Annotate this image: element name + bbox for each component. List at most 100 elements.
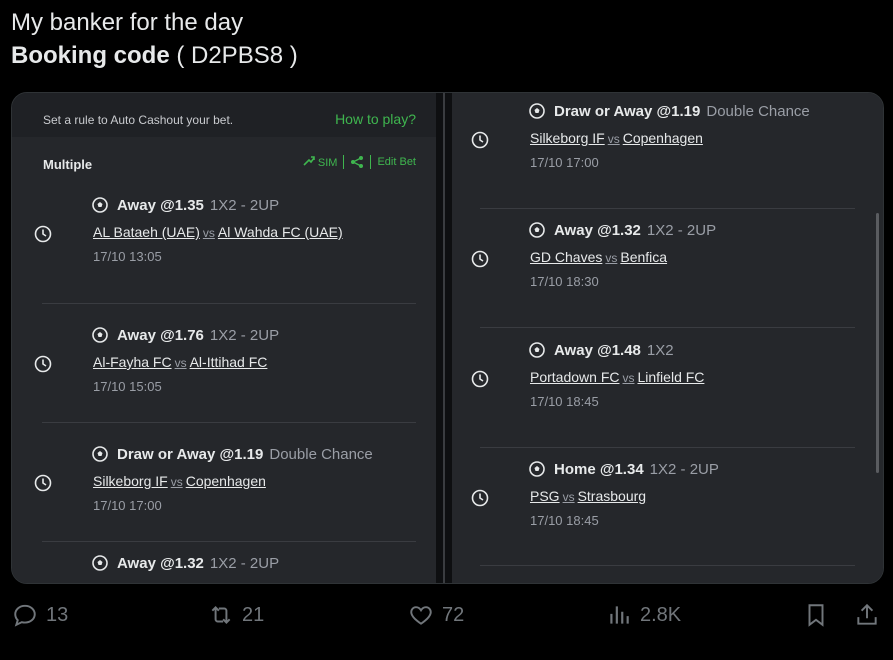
reply-count: 13	[46, 603, 69, 626]
views-icon	[610, 606, 629, 624]
away-team: Benfica	[620, 249, 668, 265]
vs-label: vs	[622, 371, 635, 385]
away-team: Copenhagen	[185, 473, 266, 489]
share-button[interactable]	[854, 602, 880, 628]
match-teams[interactable]: Al-Fayha FC vs Al-Ittihad FC	[93, 354, 267, 370]
bet-item: Away @1.32 1X2 - 2UP	[12, 541, 436, 583]
match-time: 17/10 18:30	[530, 274, 599, 289]
betslip-tools: SIM Edit Bet	[303, 155, 416, 169]
match-teams[interactable]: Silkeborg IF vs Copenhagen	[93, 473, 266, 489]
market-name: Double Chance	[269, 446, 373, 463]
football-icon	[92, 327, 108, 343]
clock-icon	[34, 474, 52, 492]
clock-icon	[471, 489, 489, 507]
bet-selection: Away @1.35 1X2 - 2UP	[117, 197, 279, 214]
bet-selection: Away @1.48 1X2	[554, 342, 674, 359]
sim-arrow-icon	[303, 155, 315, 166]
multiple-label: Multiple	[43, 157, 93, 172]
home-team: Silkeborg IF	[93, 473, 168, 489]
bet-divider	[480, 208, 855, 209]
vs-label: vs	[605, 251, 618, 265]
bet-item: Draw or Away @1.19 Double Chance Silkebor…	[12, 422, 436, 542]
post-line-2: Booking code ( D2PBS8 )	[11, 39, 298, 72]
match-time: 17/10 17:00	[93, 498, 162, 513]
away-team: Al-Ittihad FC	[189, 354, 268, 370]
booking-code-label: Booking code	[11, 42, 170, 69]
vs-label: vs	[170, 475, 183, 489]
bet-selection: Home @1.34 1X2 - 2UP	[554, 461, 719, 478]
market-name: Double Chance	[706, 103, 810, 120]
football-icon	[92, 197, 108, 213]
betslip-right-panel: Draw or Away @1.19 Double Chance Silkebor…	[452, 93, 883, 583]
vs-label: vs	[562, 490, 575, 504]
home-team: Al-Fayha FC	[93, 354, 172, 370]
football-icon	[92, 446, 108, 462]
clock-icon	[34, 355, 52, 373]
football-icon	[92, 555, 108, 571]
home-team: GD Chaves	[530, 249, 603, 265]
match-teams[interactable]: AL Bataeh (UAE) vs Al Wahda FC (UAE)	[93, 224, 343, 240]
reply-button[interactable]: 13	[12, 602, 68, 628]
match-time: 17/10 17:00	[530, 155, 599, 170]
bet-selection: Away @1.32 1X2 - 2UP	[117, 555, 279, 572]
like-button[interactable]: 72	[408, 602, 464, 628]
auto-cashout-text: Set a rule to Auto Cashout your bet.	[43, 113, 234, 127]
reply-icon	[14, 604, 36, 627]
vs-label: vs	[202, 226, 215, 240]
bet-selection: Draw or Away @1.19 Double Chance	[554, 103, 810, 120]
share-icon[interactable]	[350, 155, 364, 169]
vs-label: vs	[174, 356, 187, 370]
selection-odds: Away @1.32	[554, 222, 641, 239]
bookmark-button[interactable]	[803, 602, 829, 628]
football-icon	[529, 222, 545, 238]
repost-count: 21	[242, 603, 265, 626]
sim-button[interactable]: SIM	[303, 155, 337, 169]
betslip-left-panel: Set a rule to Auto Cashout your bet. How…	[12, 93, 436, 583]
match-time: 17/10 18:45	[530, 513, 599, 528]
edit-bet-button[interactable]: Edit Bet	[377, 156, 416, 168]
selection-odds: Draw or Away @1.19	[117, 446, 264, 463]
match-time: 17/10 18:45	[530, 394, 599, 409]
bookmark-icon	[808, 604, 824, 627]
bet-divider	[42, 541, 416, 542]
booking-code-value: ( D2PBS8 )	[169, 42, 298, 69]
match-time: 17/10 13:05	[93, 249, 162, 264]
auto-cashout-bar: Set a rule to Auto Cashout your bet. How…	[12, 93, 436, 137]
bet-divider	[42, 422, 416, 423]
market-name: 1X2 - 2UP	[209, 327, 280, 344]
match-teams[interactable]: Silkeborg IF vs Copenhagen	[530, 130, 703, 146]
football-icon	[529, 342, 545, 358]
match-teams[interactable]: Portadown FC vs Linfield FC	[530, 369, 704, 385]
scrollbar[interactable]	[876, 213, 879, 473]
away-team: Linfield FC	[637, 369, 705, 385]
repost-button[interactable]: 21	[208, 602, 264, 628]
home-team: Silkeborg IF	[530, 130, 605, 146]
vs-label: vs	[607, 132, 620, 146]
bet-item: Home @1.34 1X2 - 2UP PSG vs Strasbourg 17/1…	[452, 447, 883, 567]
post-actions: 13 21 72 2.8K	[0, 602, 893, 642]
clock-icon	[471, 131, 489, 149]
market-name: 1X2 - 2UP	[649, 461, 719, 478]
attached-image[interactable]: Set a rule to Auto Cashout your bet. How…	[11, 92, 884, 584]
bet-selection: Away @1.76 1X2 - 2UP	[117, 327, 279, 344]
views-count: 2.8K	[640, 603, 682, 626]
repost-icon	[211, 606, 231, 624]
share-upload-icon	[857, 603, 877, 625]
tool-divider	[343, 155, 345, 169]
heart-icon	[410, 606, 432, 625]
post-text: My banker for the day Booking code ( D2P…	[11, 6, 298, 72]
selection-odds: Home @1.34	[554, 461, 644, 478]
match-teams[interactable]: PSG vs Strasbourg	[530, 488, 646, 504]
bet-divider	[42, 303, 416, 304]
selection-odds: Away @1.48	[554, 342, 641, 359]
how-to-play-link[interactable]: How to play?	[335, 111, 416, 127]
match-teams[interactable]: GD Chaves vs Benfica	[530, 249, 667, 265]
clock-icon	[471, 250, 489, 268]
bet-divider	[480, 565, 855, 566]
away-team: Copenhagen	[622, 130, 703, 146]
football-icon	[529, 461, 545, 477]
market-name: 1X2 - 2UP	[646, 222, 717, 239]
bet-item: Away @1.32 1X2 - 2UP GD Chaves vs Benfica 1…	[452, 208, 883, 328]
selection-odds: Away @1.32	[117, 555, 204, 572]
views-button[interactable]: 2.8K	[606, 602, 681, 628]
